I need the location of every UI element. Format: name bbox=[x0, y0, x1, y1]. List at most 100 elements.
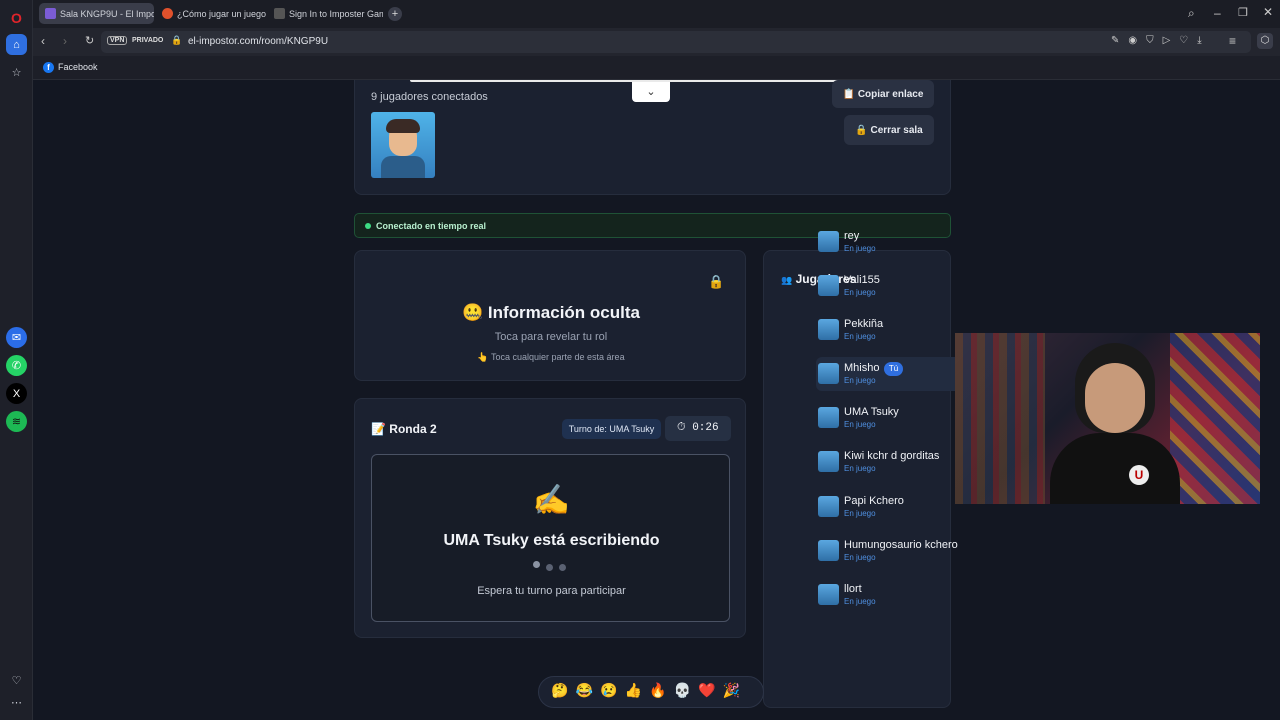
reaction-button[interactable]: 🤔 bbox=[549, 682, 571, 699]
connected-count: 9 jugadores conectados bbox=[371, 91, 488, 103]
player-status: En juego bbox=[844, 376, 876, 385]
tab-how-to-play[interactable]: ¿Cómo jugar un juego tipo bbox=[156, 3, 266, 24]
reaction-button[interactable]: 👍 bbox=[623, 682, 645, 699]
player-status: En juego bbox=[844, 553, 876, 562]
pointing-hand-icon: 👆 bbox=[477, 352, 489, 362]
player-name: UMA Tsuky bbox=[844, 406, 899, 418]
player-item[interactable]: UMA Tsuky En juego bbox=[816, 401, 967, 435]
reaction-button[interactable]: ❤️ bbox=[696, 682, 718, 699]
player-item[interactable]: rey En juego bbox=[816, 225, 967, 259]
hidden-info-card[interactable]: 🔒 🤐 Información oculta Toca para revelar… bbox=[354, 250, 746, 381]
spotify-icon[interactable]: ≋ bbox=[6, 411, 27, 432]
player-name: Vali155 bbox=[844, 274, 880, 286]
player-avatar bbox=[371, 112, 435, 178]
player-name: rey bbox=[844, 230, 860, 242]
back-icon[interactable]: ‹ bbox=[41, 34, 45, 48]
player-name: Kiwi kchr d gorditas bbox=[844, 450, 940, 462]
tab-bar: Sala KNGP9U - El Impostor ¿Cómo jugar un… bbox=[33, 0, 1280, 28]
player-avatar bbox=[818, 540, 839, 561]
forward-icon[interactable]: › bbox=[63, 34, 67, 48]
opera-logo-icon[interactable]: O bbox=[6, 7, 27, 28]
vpn-badge[interactable]: VPN bbox=[107, 36, 128, 45]
hidden-info-title: 🤐 Información oculta bbox=[462, 303, 640, 322]
turn-badge: Turno de: UMA Tsuky bbox=[562, 419, 661, 439]
url-field[interactable]: VPN PRIVADO 🔒 el-impostor.com/room/KNGP9… bbox=[101, 31, 1251, 53]
player-item[interactable]: llort En juego bbox=[816, 578, 967, 612]
whatsapp-icon[interactable]: ✆ bbox=[6, 355, 27, 376]
player-name: llort bbox=[844, 583, 862, 595]
realtime-label: Conectado en tiempo real bbox=[376, 221, 487, 231]
status-dot-icon bbox=[365, 223, 371, 229]
typing-dot bbox=[559, 564, 566, 571]
timer: ⏱ 0:26 bbox=[665, 416, 731, 441]
lock-icon: 🔒 bbox=[171, 35, 183, 45]
player-avatar bbox=[818, 275, 839, 296]
minimize-icon[interactable]: – bbox=[1214, 6, 1221, 20]
facebook-icon: f bbox=[43, 62, 54, 73]
player-avatar bbox=[818, 231, 839, 252]
reaction-button[interactable]: 🎉 bbox=[721, 682, 743, 699]
tab-room[interactable]: Sala KNGP9U - El Impostor bbox=[39, 3, 154, 24]
player-item[interactable]: Kiwi kchr d gorditas En juego bbox=[816, 445, 967, 479]
reddit-favicon-icon bbox=[162, 8, 173, 19]
player-avatar bbox=[818, 496, 839, 517]
home-icon[interactable]: ⌂ bbox=[6, 34, 27, 55]
writing-hand-icon: ✍️ bbox=[532, 484, 571, 517]
extension-icon[interactable]: ⬡ bbox=[1257, 33, 1273, 49]
webcam-overlay: U bbox=[955, 333, 1260, 504]
stopwatch-icon: ⏱ bbox=[677, 422, 686, 434]
player-name: Papi Kchero bbox=[844, 495, 904, 507]
address-bar: ‹ › ↻ VPN PRIVADO 🔒 el-impostor.com/room… bbox=[33, 28, 1280, 56]
menu-icon[interactable]: ≡ bbox=[1229, 34, 1236, 48]
player-status: En juego bbox=[844, 244, 876, 253]
zipper-mouth-icon: 🤐 bbox=[462, 303, 484, 322]
player-item[interactable]: Humungosaurio kchero En juego bbox=[816, 534, 967, 568]
browser-sidebar: O ⌂ ☆ ✉ ✆ X ≋ ♡ ⋯ bbox=[0, 0, 33, 720]
player-item[interactable]: Vali155 En juego bbox=[816, 269, 967, 303]
reaction-button[interactable]: 😂 bbox=[574, 682, 596, 699]
reaction-button[interactable]: 😢 bbox=[598, 682, 620, 699]
reaction-button[interactable]: 💀 bbox=[672, 682, 694, 699]
tab-sign-in[interactable]: Sign In to Imposter Game bbox=[268, 3, 383, 24]
chevron-down-icon[interactable]: ⌄ bbox=[632, 82, 670, 102]
star-icon[interactable]: ☆ bbox=[6, 62, 27, 83]
player-name: Mhisho bbox=[844, 362, 880, 374]
player-status: En juego bbox=[844, 420, 876, 429]
private-label: PRIVADO bbox=[132, 37, 164, 44]
player-status: En juego bbox=[844, 509, 876, 518]
player-status: En juego bbox=[844, 464, 876, 473]
more-icon[interactable]: ⋯ bbox=[6, 692, 27, 713]
typing-dot bbox=[546, 564, 553, 571]
toolbar-icons[interactable]: ✎◉⛉▷♡⤓ bbox=[1111, 35, 1211, 46]
bookmarks-bar: f Facebook bbox=[33, 56, 1280, 80]
people-icon: 👥 bbox=[781, 275, 793, 285]
memo-icon: 📝 bbox=[371, 422, 386, 436]
maximize-icon[interactable]: ❐ bbox=[1238, 6, 1248, 19]
close-room-button[interactable]: 🔒 Cerrar sala bbox=[844, 115, 934, 145]
page-viewport: 9 jugadores conectados 📋 Copiar enlace 🔒… bbox=[33, 80, 1280, 720]
player-status: En juego bbox=[844, 288, 876, 297]
copy-link-button[interactable]: 📋 Copiar enlace bbox=[832, 80, 934, 108]
bookmark-facebook[interactable]: Facebook bbox=[58, 62, 98, 72]
reaction-button[interactable]: 🔥 bbox=[647, 682, 669, 699]
round-title: 📝 Ronda 2 bbox=[371, 422, 437, 436]
player-item[interactable]: Papi Kchero En juego bbox=[816, 490, 967, 524]
player-avatar bbox=[818, 407, 839, 428]
player-avatar bbox=[818, 584, 839, 605]
player-avatar bbox=[818, 319, 839, 340]
close-window-icon[interactable]: ✕ bbox=[1263, 5, 1273, 19]
player-item[interactable]: Pekkiña En juego bbox=[816, 313, 967, 347]
heart-icon[interactable]: ♡ bbox=[6, 670, 27, 691]
player-name: Pekkiña bbox=[844, 318, 884, 330]
lock-icon: 🔒 bbox=[708, 274, 725, 289]
writing-area: ✍️ UMA Tsuky está escribiendo Espera tu … bbox=[371, 454, 730, 622]
messenger-icon[interactable]: ✉ bbox=[6, 327, 27, 348]
url-text[interactable]: el-impostor.com/room/KNGP9U bbox=[188, 36, 328, 47]
reload-icon[interactable]: ↻ bbox=[85, 34, 94, 47]
hidden-info-subtitle: Toca para revelar tu rol bbox=[494, 331, 608, 343]
new-tab-button[interactable]: + bbox=[388, 7, 402, 21]
x-icon[interactable]: X bbox=[6, 383, 27, 404]
player-item[interactable]: Mhisho En juego Tú bbox=[816, 357, 967, 391]
player-status: En juego bbox=[844, 332, 876, 341]
search-icon[interactable]: ⌕ bbox=[1188, 6, 1195, 21]
